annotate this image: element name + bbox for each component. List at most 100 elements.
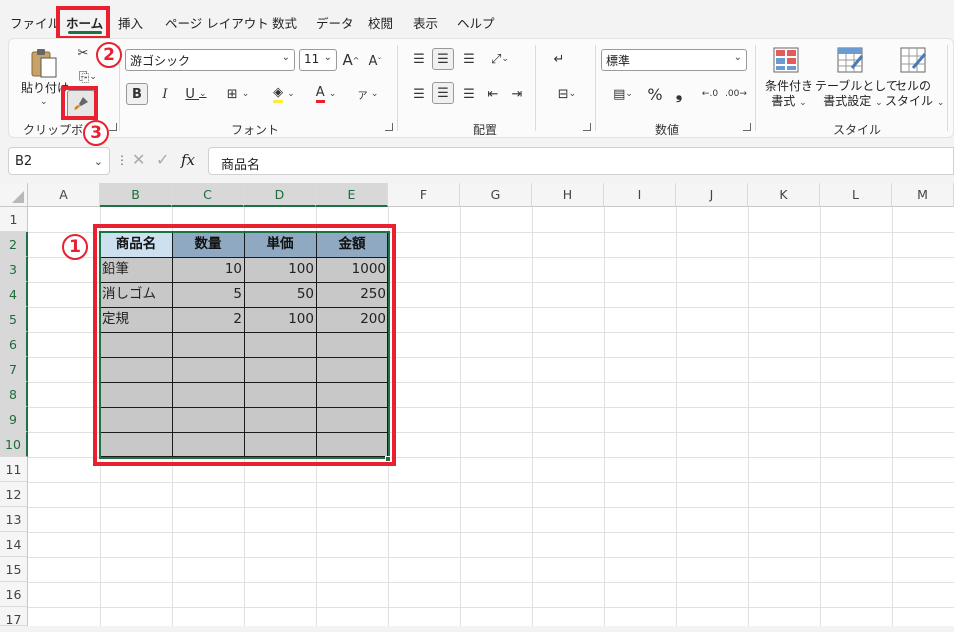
row-header-14[interactable]: 14	[0, 532, 28, 557]
align-right-icon[interactable]: ☰	[459, 83, 479, 105]
row-header-13[interactable]: 13	[0, 507, 28, 532]
grow-font-button[interactable]: A ^	[341, 49, 361, 71]
align-center-icon[interactable]: ☰	[432, 82, 454, 104]
select-all-corner[interactable]	[0, 183, 28, 207]
annotation-badge-3: 3	[83, 120, 109, 146]
chevron-down-icon: ⌄	[733, 52, 742, 63]
underline-button[interactable]: U ⌄	[179, 83, 213, 105]
row-header-5[interactable]: 5	[0, 307, 28, 332]
format-as-table-button[interactable]	[835, 45, 865, 75]
border-button[interactable]: ⊞ ⌄	[221, 83, 255, 105]
gridline	[532, 207, 533, 626]
italic-button[interactable]: I	[155, 83, 175, 105]
col-header-B[interactable]: B	[100, 183, 172, 207]
row-header-17[interactable]: 17	[0, 607, 28, 627]
row-header-10[interactable]: 10	[0, 432, 28, 457]
enter-icon[interactable]: ✓	[156, 150, 169, 169]
align-top-icon[interactable]: ☰	[409, 49, 429, 69]
gridline	[28, 607, 954, 608]
copy-icon[interactable]: ⎘ ⌄	[71, 67, 105, 87]
row-header-16[interactable]: 16	[0, 582, 28, 607]
row-header-8[interactable]: 8	[0, 382, 28, 407]
tab-insert[interactable]: 挿入	[118, 13, 143, 32]
alignment-launcher-icon[interactable]	[583, 123, 591, 131]
annotation-box-table	[93, 224, 396, 466]
tab-review[interactable]: 校閲	[368, 13, 393, 32]
orientation-icon[interactable]: ⤢ ⌄	[483, 49, 517, 69]
conditional-formatting-label-1: 条件付き	[764, 79, 813, 93]
font-launcher-icon[interactable]	[385, 123, 393, 131]
col-header-F[interactable]: F	[388, 183, 460, 207]
row-header-9[interactable]: 9	[0, 407, 28, 432]
tab-help[interactable]: ヘルプ	[457, 13, 495, 32]
row-header-2[interactable]: 2	[0, 232, 28, 257]
cut-icon[interactable]: ✂	[73, 43, 93, 63]
row-header-7[interactable]: 7	[0, 357, 28, 382]
tab-page-layout[interactable]: ページ レイアウト	[165, 13, 269, 32]
font-color-button[interactable]: A ⌄	[309, 83, 343, 105]
row-header-1[interactable]: 1	[0, 207, 28, 232]
cell-styles-label-2: スタイル ⌄	[885, 94, 945, 108]
number-launcher-icon[interactable]	[743, 123, 751, 131]
paste-dropdown-icon[interactable]: ⌄	[40, 97, 48, 107]
comma-style-button[interactable]: ❟	[669, 83, 689, 105]
decrease-decimal-icon[interactable]: .00→	[725, 83, 747, 105]
row-header-6[interactable]: 6	[0, 332, 28, 357]
cell-styles-button[interactable]	[898, 45, 928, 75]
row-header-11[interactable]: 11	[0, 457, 28, 482]
col-header-H[interactable]: H	[532, 183, 604, 207]
row-header-3[interactable]: 3	[0, 257, 28, 282]
col-header-L[interactable]: L	[820, 183, 892, 207]
row-header-12[interactable]: 12	[0, 482, 28, 507]
wrap-text-icon[interactable]: ↵	[549, 49, 569, 69]
number-format-value: 標準	[606, 54, 631, 68]
shrink-font-button[interactable]: Aˇ	[365, 51, 385, 71]
align-bottom-icon[interactable]: ☰	[459, 49, 479, 69]
accounting-format-icon[interactable]: ▤ ⌄	[605, 83, 641, 105]
phonetic-button[interactable]: ア ⌄	[351, 83, 385, 105]
col-header-J[interactable]: J	[676, 183, 748, 207]
increase-indent-icon[interactable]: ⇥	[507, 83, 527, 105]
italic-icon: I	[162, 86, 168, 102]
tab-view[interactable]: 表示	[413, 13, 438, 32]
fill-color-button[interactable]: ◈ ⌄	[267, 83, 301, 105]
cancel-icon[interactable]: ✕	[132, 150, 145, 169]
annotation-badge-2: 2	[96, 42, 122, 68]
col-header-K[interactable]: K	[748, 183, 820, 207]
number-format-select[interactable]: 標準 ⌄	[601, 49, 747, 71]
increase-decimal-icon[interactable]: ←.0	[699, 83, 721, 105]
col-header-G[interactable]: G	[460, 183, 532, 207]
row-header-15[interactable]: 15	[0, 557, 28, 582]
bold-button[interactable]: B	[126, 83, 148, 105]
clipboard-launcher-icon[interactable]	[109, 123, 117, 131]
merge-center-icon[interactable]: ⊟ ⌄	[549, 83, 585, 105]
paste-button[interactable]	[27, 45, 61, 81]
font-group-label: フォント	[231, 123, 280, 137]
row-header-4[interactable]: 4	[0, 282, 28, 307]
annotation-box-format-painter	[61, 86, 98, 120]
insert-function-icon[interactable]: fx	[181, 151, 195, 169]
align-middle-icon[interactable]: ☰	[432, 48, 454, 70]
more-options-icon[interactable]: ⋮	[116, 153, 128, 167]
font-name-select[interactable]: 游ゴシック ⌄	[125, 49, 295, 71]
col-header-D[interactable]: D	[244, 183, 316, 207]
worksheet-grid[interactable]: A B C D E F G H I J K L M 1 2 3 4 5 6 7 …	[0, 183, 954, 627]
divider	[535, 45, 536, 131]
col-header-C[interactable]: C	[172, 183, 244, 207]
tab-file[interactable]: ファイル	[10, 13, 60, 32]
tab-data[interactable]: データ	[316, 13, 354, 32]
col-header-M[interactable]: M	[892, 183, 954, 207]
tab-formulas[interactable]: 数式	[272, 13, 297, 32]
font-size-select[interactable]: 11 ⌄	[299, 49, 337, 71]
name-box[interactable]: B2 ⌄	[8, 147, 110, 175]
col-header-A[interactable]: A	[28, 183, 100, 207]
formula-input[interactable]: 商品名	[208, 147, 954, 175]
select-all-icon	[12, 191, 24, 203]
col-header-E[interactable]: E	[316, 183, 388, 207]
align-left-icon[interactable]: ☰	[409, 83, 429, 105]
col-header-I[interactable]: I	[604, 183, 676, 207]
paste-icon	[31, 49, 57, 78]
decrease-indent-icon[interactable]: ⇤	[483, 83, 503, 105]
percent-style-button[interactable]: %	[645, 83, 665, 105]
conditional-formatting-button[interactable]	[771, 45, 801, 75]
